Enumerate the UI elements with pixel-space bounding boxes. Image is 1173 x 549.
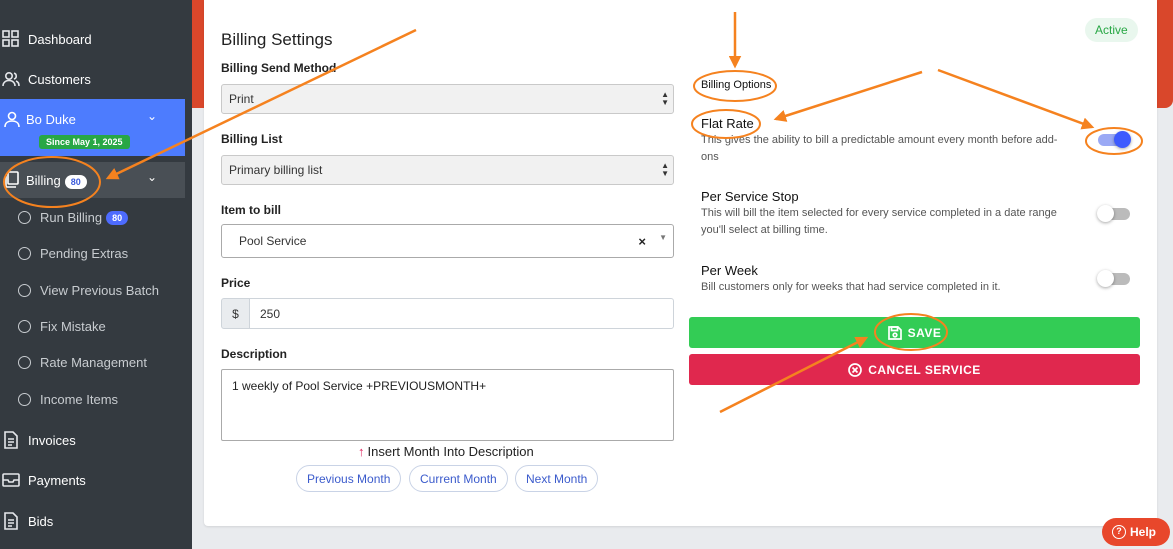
sidebar-subitem-income-items[interactable]: Income Items (18, 392, 118, 407)
select-arrows-icon: ▲ ▼ (661, 90, 669, 107)
current-month-button[interactable]: Current Month (409, 465, 508, 492)
sidebar-item-label: Billing (26, 173, 61, 188)
sidebar-subitem-fix-mistake[interactable]: Fix Mistake (18, 319, 106, 334)
grid-icon (2, 30, 20, 48)
field-label: Billing List (221, 132, 283, 146)
sidebar: Dashboard Customers Bo Duke ⌄ Since May … (0, 0, 192, 549)
sidebar-item-label: Payments (28, 472, 86, 488)
floppy-disk-icon (887, 326, 902, 343)
status-badge: Active (1085, 18, 1138, 42)
next-month-button[interactable]: Next Month (515, 465, 599, 492)
select-value: Pool Service (239, 234, 307, 248)
circle-icon (18, 247, 31, 260)
billing-list-select[interactable]: Primary billing list ▲ ▼ (221, 155, 674, 185)
sidebar-item-invoices[interactable]: Invoices (0, 431, 185, 449)
sidebar-item-label: Run Billing (40, 210, 103, 225)
field-label: Price (221, 276, 251, 290)
billing-settings-card (204, 0, 1157, 526)
currency-prefix: $ (221, 298, 250, 329)
help-button[interactable]: ? Help (1102, 518, 1170, 546)
insert-month-note: ↑ Insert Month Into Description (358, 444, 534, 459)
save-button[interactable]: SAVE (689, 317, 1140, 348)
sidebar-subitem-pending-extras[interactable]: Pending Extras (18, 246, 128, 261)
sidebar-item-label: View Previous Batch (40, 283, 159, 298)
chevron-down-icon[interactable]: ⌄ (147, 109, 157, 123)
since-badge: Since May 1, 2025 (39, 135, 130, 149)
document-icon (2, 512, 20, 530)
per-week-toggle[interactable] (1097, 270, 1130, 287)
header-strip (1155, 0, 1173, 108)
field-label: Description (221, 347, 288, 361)
send-method-select[interactable]: Print ▲ ▼ (221, 84, 674, 114)
item-to-bill-select[interactable]: Pool Service × ▼ (221, 224, 674, 258)
billing-options-heading: Billing Options (701, 79, 772, 91)
field-label: Item to bill (221, 203, 281, 217)
option-title-per-service-stop: Per Service Stop (701, 189, 799, 204)
sidebar-subitem-view-previous-batch[interactable]: View Previous Batch (18, 283, 159, 298)
question-icon: ? (1112, 525, 1126, 539)
arrow-up-icon: ↑ (358, 444, 365, 459)
sidebar-item-label: Bids (28, 513, 54, 529)
copy-icon (3, 171, 21, 189)
option-desc-per-week: Bill customers only for weeks that had s… (701, 281, 1001, 293)
user-name: Bo Duke (26, 112, 76, 127)
sidebar-item-label: Dashboard (28, 31, 92, 47)
users-icon (2, 70, 20, 88)
toggle-knob (1097, 270, 1114, 287)
close-circle-icon (848, 363, 863, 380)
option-title-per-week: Per Week (701, 263, 758, 278)
count-badge: 80 (106, 210, 129, 225)
previous-month-button[interactable]: Previous Month (296, 465, 402, 492)
sidebar-item-dashboard[interactable]: Dashboard (0, 30, 185, 48)
circle-icon (18, 211, 31, 224)
sidebar-subitem-rate-management[interactable]: Rate Management (18, 355, 147, 370)
circle-icon (18, 320, 31, 333)
option-title-flat-rate: Flat Rate (701, 116, 754, 131)
sidebar-item-customers[interactable]: Customers (0, 70, 185, 88)
sidebar-item-billing[interactable]: Billing 80 ⌄ (0, 162, 185, 198)
caret-down-icon[interactable]: ▼ (659, 233, 667, 242)
cancel-service-button[interactable]: CANCEL SERVICE (689, 354, 1140, 385)
sidebar-item-label: Rate Management (40, 355, 147, 370)
sidebar-subitem-run-billing[interactable]: Run Billing 80 (18, 210, 129, 225)
price-group: $ 250 (221, 298, 674, 329)
sidebar-item-bids[interactable]: Bids (0, 512, 185, 530)
option-desc-per-service-stop: This will bill the item selected for eve… (701, 207, 1057, 236)
sidebar-item-label: Invoices (28, 432, 76, 448)
price-input[interactable]: 250 (249, 298, 674, 329)
toggle-knob (1114, 131, 1131, 148)
sidebar-item-label: Customers (28, 71, 91, 87)
clear-icon[interactable]: × (638, 234, 646, 249)
circle-icon (18, 284, 31, 297)
header-strip (192, 0, 204, 108)
select-value: Print (229, 92, 254, 106)
select-value: Primary billing list (229, 163, 323, 177)
chevron-down-icon[interactable]: ⌄ (147, 170, 157, 184)
user-icon (3, 110, 21, 128)
toggle-knob (1097, 205, 1114, 222)
circle-icon (18, 393, 31, 406)
document-icon (2, 431, 20, 449)
flat-rate-toggle[interactable] (1098, 131, 1131, 148)
inbox-icon (2, 471, 20, 489)
sidebar-item-label: Income Items (40, 392, 119, 407)
count-badge: 80 (64, 174, 87, 189)
sidebar-item-payments[interactable]: Payments (0, 471, 185, 489)
option-desc-flat-rate: This gives the ability to bill a predict… (701, 134, 1058, 163)
description-textarea[interactable]: 1 weekly of Pool Service +PREVIOUSMONTH+ (221, 369, 674, 441)
page-title: Billing Settings (221, 30, 333, 49)
per-service-stop-toggle[interactable] (1097, 205, 1130, 222)
select-arrows-icon: ▲ ▼ (661, 161, 669, 178)
sidebar-item-label: Fix Mistake (40, 319, 106, 334)
circle-icon (18, 356, 31, 369)
field-label: Billing Send Method (221, 61, 337, 75)
sidebar-item-label: Pending Extras (40, 246, 129, 261)
